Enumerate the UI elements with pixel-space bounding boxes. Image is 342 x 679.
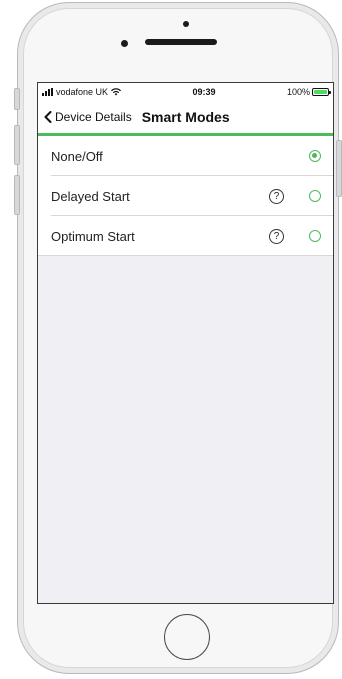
radio-selected-icon[interactable] xyxy=(309,150,321,162)
back-button[interactable]: Device Details xyxy=(44,110,132,124)
signal-icon xyxy=(42,88,53,96)
page-title: Smart Modes xyxy=(141,109,230,125)
radio-unselected-icon[interactable] xyxy=(309,190,321,202)
help-icon[interactable]: ? xyxy=(269,228,284,244)
status-bar: vodafone UK 09:39 100% xyxy=(38,83,333,101)
battery-icon xyxy=(311,88,331,96)
mode-label: Delayed Start xyxy=(51,188,130,204)
carrier-label: vodafone UK xyxy=(56,87,109,97)
front-camera xyxy=(121,40,128,47)
earpiece-speaker xyxy=(145,39,217,45)
status-left: vodafone UK xyxy=(42,87,122,97)
home-button[interactable] xyxy=(164,614,210,660)
power-button xyxy=(336,140,342,197)
navigation-bar: Device Details Smart Modes xyxy=(38,101,333,136)
mode-row-delayed-start[interactable]: Delayed Start ? xyxy=(38,176,333,216)
radio-unselected-icon[interactable] xyxy=(309,230,321,242)
mode-label: Optimum Start xyxy=(51,228,135,244)
battery-percent: 100% xyxy=(286,87,310,97)
volume-up-button xyxy=(14,125,20,165)
help-icon[interactable]: ? xyxy=(269,188,284,204)
mode-label: None/Off xyxy=(51,148,103,164)
clock: 09:39 xyxy=(192,87,216,97)
proximity-sensor xyxy=(183,21,189,27)
back-label: Device Details xyxy=(55,110,132,124)
status-right: 100% xyxy=(286,87,331,97)
wifi-icon xyxy=(111,88,122,96)
mode-row-none-off[interactable]: None/Off xyxy=(38,136,333,176)
volume-down-button xyxy=(14,175,20,215)
smart-modes-list: None/Off Delayed Start ? Optimum Start ? xyxy=(38,136,333,256)
screen: vodafone UK 09:39 100% Device Details Sm… xyxy=(37,82,334,604)
mute-switch xyxy=(14,88,20,110)
mode-row-optimum-start[interactable]: Optimum Start ? xyxy=(38,216,333,256)
chevron-left-icon xyxy=(44,111,52,123)
